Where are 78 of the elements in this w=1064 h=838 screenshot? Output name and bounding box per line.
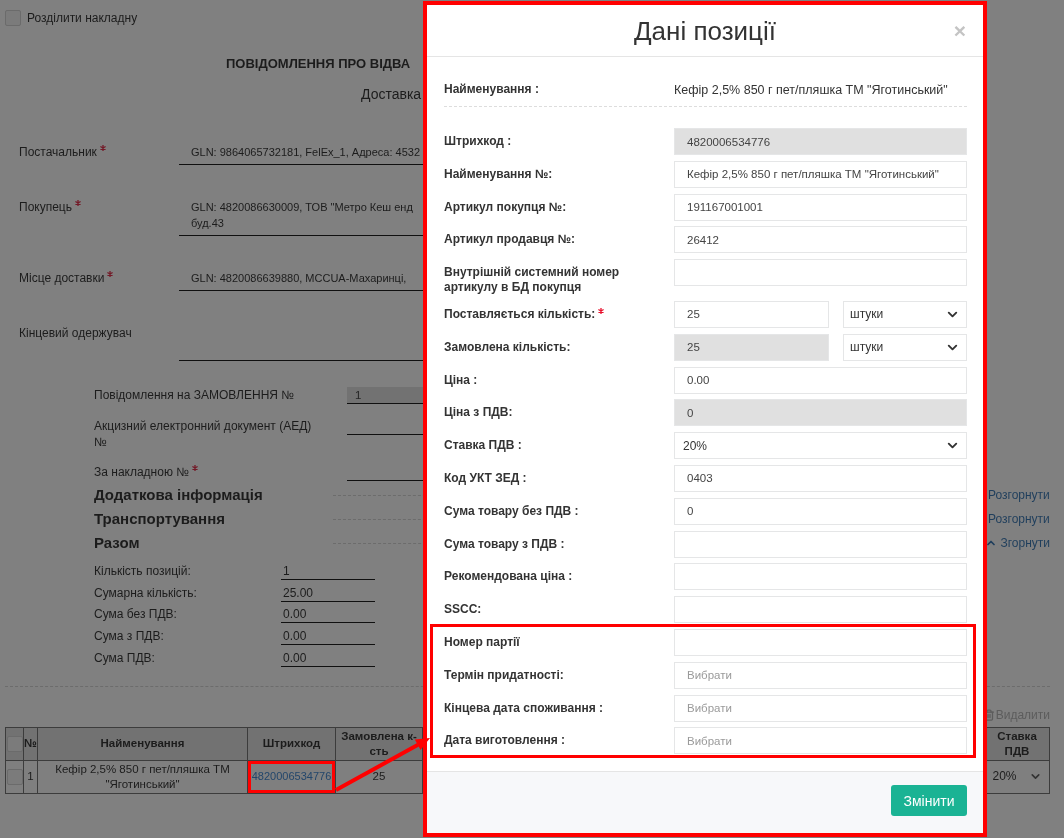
text-field[interactable]: Кефір 2,5% 850 г пет/пляшка ТМ "Яготинський" [674, 160, 967, 188]
table-cell: Кефір 2,5% 850 г пет/пляшка ТМ "Яготинський" [38, 760, 248, 794]
field-label: Ціна з ПДВ: [444, 405, 513, 420]
field-label: Місце доставки [19, 271, 105, 285]
checkbox-label: Розділити накладну [27, 10, 138, 26]
field-label: Повідомлення на ЗАМОВЛЕННЯ № [94, 387, 295, 403]
field-label: Ціна : [444, 372, 478, 387]
text-field[interactable]: Вибрати [674, 727, 967, 755]
field-label: Внутрішній системний номер артикулу в БД покупця [444, 265, 620, 295]
field-label: Код УКТ ЗЕД : [444, 470, 527, 485]
section-heading: Транспортування [94, 510, 225, 527]
column-header: № [24, 727, 38, 761]
field-label: Номер партії [444, 634, 520, 649]
select-field[interactable]: 20% [674, 432, 967, 460]
field-label: Термін придатності: [444, 667, 564, 682]
section-heading: Додаткова інформація [94, 486, 263, 503]
field-label: Артикул покупця №: [444, 199, 567, 214]
field-label: Покупець [19, 200, 72, 214]
dialog-title: Дані позиції [634, 14, 776, 47]
field-label: Ставка ПДВ : [444, 438, 522, 453]
field-label: Штрихкод : [444, 134, 512, 148]
document-title: ПОВІДОМЛЕННЯ ПРО ВІДВА [226, 56, 411, 72]
text-field[interactable]: 4820006534776 [674, 128, 967, 155]
total-label: Сума без ПДВ: [94, 606, 178, 623]
column-header: Ставка ПДВ [985, 727, 1050, 761]
text-field[interactable]: 0403 [674, 464, 967, 492]
field-label: Найменування №: [444, 166, 553, 181]
text-field[interactable]: 0 [674, 497, 967, 525]
unit-select[interactable]: штуки [843, 301, 967, 328]
field-label: Артикул продавця №: [444, 232, 576, 247]
text-field[interactable]: Вибрати [674, 661, 967, 689]
quantity-field[interactable]: 25 [674, 333, 829, 361]
total-label: Сума з ПДВ: [94, 628, 165, 645]
field-label: Найменування : [444, 82, 540, 98]
field-label: Сума товару без ПДВ : [444, 503, 579, 518]
item-name-text: Кефір 2,5% 850 г пет/пляшка ТМ "Яготинський" [674, 82, 949, 98]
text-field[interactable] [674, 530, 967, 558]
text-field[interactable] [674, 259, 967, 287]
field-label: Кінцева дата споживання : [444, 700, 604, 715]
field-label: Дата виготовлення : [444, 733, 565, 748]
section-heading: Разом [94, 534, 140, 551]
text-field[interactable]: Вибрати [674, 694, 967, 722]
document-subtitle: Доставка [361, 85, 422, 103]
vat-rate-select[interactable]: 20% [992, 769, 1042, 785]
total-value: 0.00 [281, 628, 375, 646]
total-value: 0.00 [281, 649, 375, 667]
total-value: 1 [281, 563, 375, 580]
field-label: Рекомендована ціна : [444, 569, 573, 584]
text-field[interactable]: 191167001001 [674, 193, 967, 221]
field-label: Постачальник [19, 145, 97, 159]
total-value: 0.00 [281, 606, 375, 624]
text-field[interactable]: 0 [674, 399, 967, 427]
table-cell: 1 [24, 760, 38, 794]
field-label: SSCC: [444, 602, 482, 617]
column-header: Штрихкод [248, 727, 336, 761]
text-field[interactable]: 0.00 [674, 366, 967, 394]
underlined-field[interactable]: GLN: 9864065732181, FelEx_1, Адреса: 4532 [179, 140, 423, 165]
total-value: 25.00 [281, 584, 375, 602]
text-field[interactable]: 26412 [674, 226, 967, 254]
field-label: Кінцевий одержувач [19, 326, 132, 340]
text-field[interactable] [674, 596, 967, 624]
field-label: Замовлена кількість: [444, 339, 571, 354]
total-label: Сума ПДВ: [94, 649, 156, 666]
total-label: Кількість позицій: [94, 563, 192, 579]
text-field[interactable] [674, 563, 967, 591]
field-label: Поставляється кількість: [444, 307, 596, 321]
field-label: Акцизний електронний документ (АЕД) № [94, 418, 313, 450]
quantity-field[interactable]: 25 [674, 301, 829, 328]
checkbox[interactable] [6, 768, 23, 785]
underlined-field[interactable]: GLN: 4820086639880, MCCUA-Махаринці, [179, 266, 423, 291]
field-label: За накладною № [94, 464, 190, 480]
unit-select[interactable]: штуки [843, 333, 967, 361]
text-field[interactable] [674, 628, 967, 656]
column-header: Замовлена к-сть [336, 727, 423, 761]
checkbox[interactable] [6, 735, 23, 752]
field-label: Сума товару з ПДВ : [444, 536, 565, 551]
total-label: Сумарна кількість: [94, 584, 198, 601]
column-header: Найменування [38, 727, 248, 761]
